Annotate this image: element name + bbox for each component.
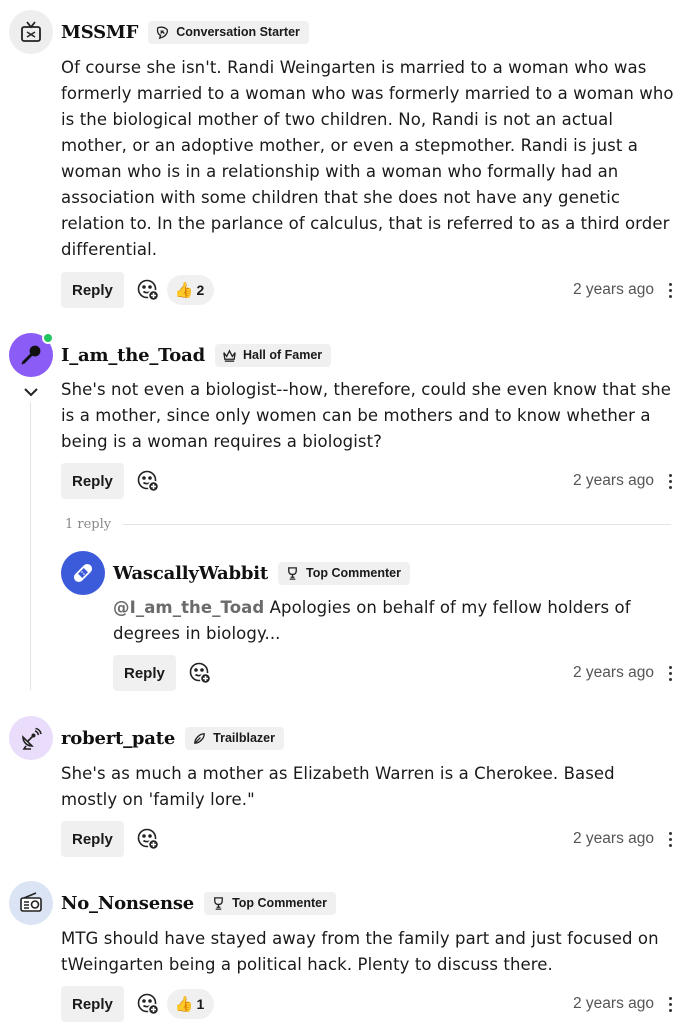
bandage-icon (73, 563, 93, 583)
thumbs-up-icon: 👍 (174, 282, 194, 299)
comment-body: MTG should have stayed away from the fam… (61, 929, 659, 974)
comment-body: @I_am_the_Toad Apologies on behalf of my… (113, 595, 673, 647)
username[interactable]: robert_pate (61, 728, 175, 749)
reply-button[interactable]: Reply (61, 272, 124, 308)
username[interactable]: I_am_the_Toad (61, 345, 205, 366)
add-reaction-icon[interactable] (136, 827, 160, 851)
timestamp: 2 years ago (573, 472, 654, 489)
comment-body: Of course she isn't. Randi Weingarten is… (61, 58, 674, 259)
badge-label: Top Commenter (232, 896, 327, 910)
timestamp: 2 years ago (573, 995, 654, 1012)
divider (123, 523, 671, 525)
thread-line (30, 402, 31, 690)
reply-button[interactable]: Reply (113, 655, 176, 691)
add-reaction-icon[interactable] (188, 661, 212, 685)
avatar[interactable] (9, 332, 54, 377)
timestamp: 2 years ago (573, 281, 654, 298)
avatar[interactable] (9, 10, 53, 54)
user-badge[interactable]: Top Commenter (278, 561, 410, 585)
thumbs-up-reaction[interactable]: 👍 2 (166, 275, 215, 305)
more-options-icon[interactable] (663, 986, 677, 1022)
more-options-icon[interactable] (663, 272, 677, 308)
user-badge[interactable]: Trailblazer (185, 726, 284, 750)
trophy-icon (214, 896, 223, 910)
conversation-starter-icon (157, 26, 169, 39)
user-badge[interactable]: Conversation Starter (148, 20, 309, 44)
satellite-icon (22, 727, 42, 750)
more-options-icon[interactable] (663, 655, 677, 691)
badge-label: Conversation Starter (176, 25, 300, 39)
collapse-chevron-icon[interactable] (22, 383, 40, 401)
replies-count[interactable]: 1 reply (65, 517, 111, 532)
add-reaction-icon[interactable] (136, 278, 160, 302)
badge-label: Hall of Famer (242, 348, 323, 362)
user-mention-link[interactable]: @I_am_the_Toad (113, 598, 264, 617)
reply-button[interactable]: Reply (61, 821, 124, 857)
reaction-count: 2 (196, 282, 205, 298)
badge-label: Trailblazer (213, 731, 275, 745)
add-reaction-icon[interactable] (136, 469, 160, 493)
timestamp: 2 years ago (573, 830, 654, 847)
online-indicator (42, 332, 54, 344)
add-reaction-icon[interactable] (136, 992, 160, 1016)
more-options-icon[interactable] (663, 463, 677, 499)
crown-icon (223, 348, 236, 362)
comment-body: She's not even a biologist--how, therefo… (61, 380, 672, 451)
avatar[interactable] (61, 551, 105, 595)
avatar[interactable] (9, 881, 53, 925)
reply-button[interactable]: Reply (61, 986, 124, 1022)
comment-body: She's as much a mother as Elizabeth Warr… (61, 764, 615, 809)
avatar[interactable] (9, 716, 53, 760)
username[interactable]: No_Nonsense (61, 893, 194, 914)
thumbs-up-icon: 👍 (174, 996, 194, 1013)
trophy-icon (288, 566, 297, 580)
radio-icon (20, 892, 42, 912)
reply-button[interactable]: Reply (61, 463, 124, 499)
microphone-icon (21, 345, 41, 365)
more-options-icon[interactable] (663, 821, 677, 857)
reaction-count: 1 (196, 996, 205, 1012)
badge-label: Top Commenter (306, 566, 401, 580)
username[interactable]: WascallyWabbit (113, 563, 268, 584)
username[interactable]: MSSMF (61, 22, 138, 43)
user-badge[interactable]: Hall of Famer (214, 343, 332, 367)
user-badge[interactable]: Top Commenter (204, 891, 336, 915)
tv-icon (21, 21, 41, 42)
replies-toggle[interactable]: 1 reply (65, 514, 671, 534)
trailblazer-icon (194, 732, 206, 744)
thumbs-up-reaction[interactable]: 👍 1 (166, 989, 215, 1019)
timestamp: 2 years ago (573, 664, 654, 681)
